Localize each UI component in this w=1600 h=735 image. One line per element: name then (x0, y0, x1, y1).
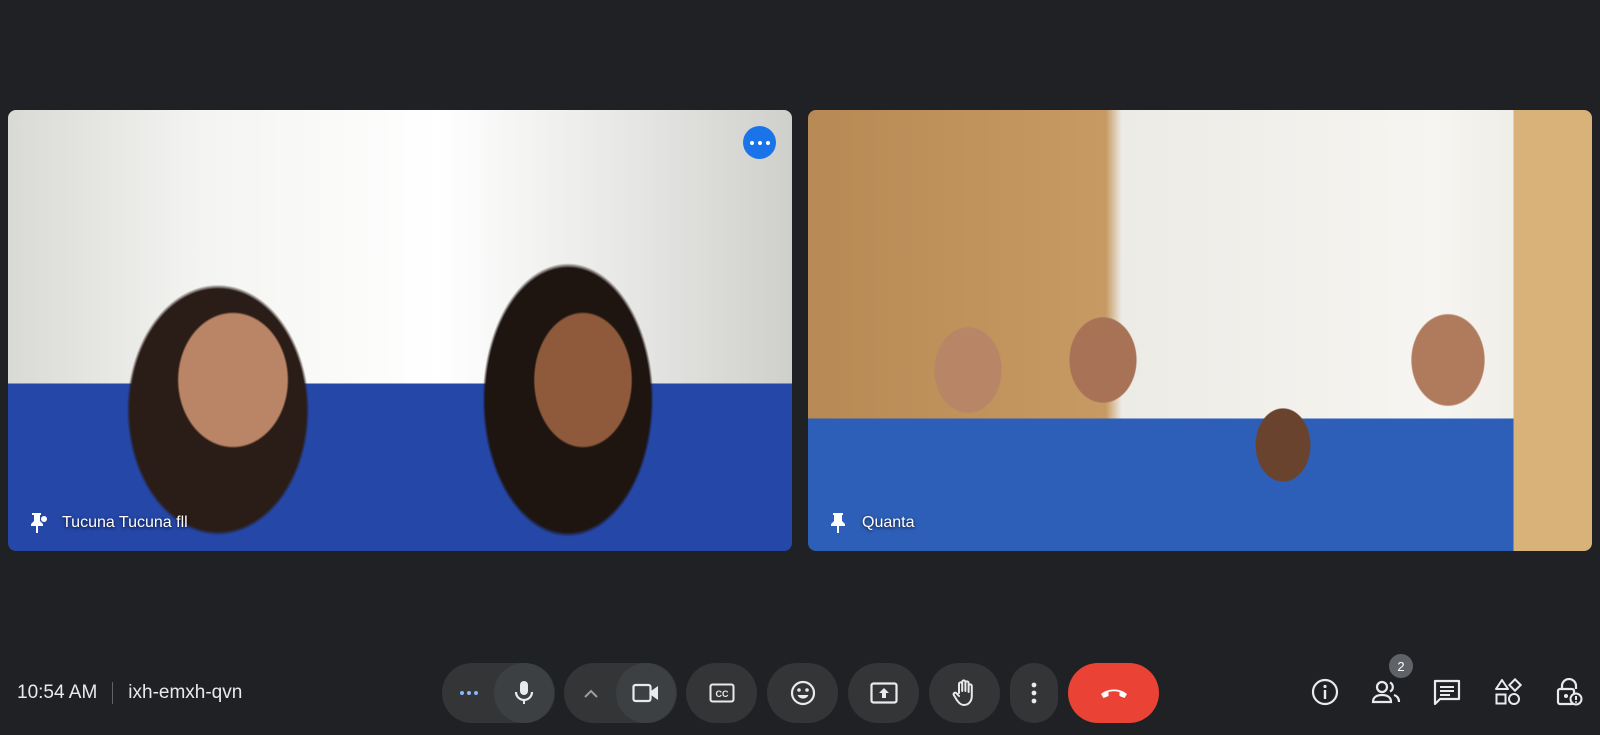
people-button[interactable] (1370, 678, 1402, 710)
more-vert-icon (1031, 682, 1037, 704)
participant-tile-quanta[interactable]: Quanta (808, 110, 1592, 551)
closed-captions-icon: CC (709, 683, 735, 703)
dot (749, 140, 754, 145)
participant-label: Tucuna Tucuna fll (28, 511, 188, 535)
chat-button[interactable] (1431, 678, 1463, 710)
raise-hand-icon (952, 679, 978, 707)
lock-person-icon (1555, 677, 1583, 711)
chevron-up-icon[interactable] (576, 678, 606, 708)
pin-icon (828, 511, 848, 535)
host-controls-button[interactable] (1553, 677, 1585, 711)
activities-icon (1494, 677, 1523, 711)
chat-icon (1433, 679, 1461, 710)
videocam-icon (632, 683, 660, 703)
tile-more-options-button[interactable] (743, 126, 776, 159)
svg-text:CC: CC (715, 689, 728, 699)
dot (765, 140, 770, 145)
camera-button[interactable] (616, 663, 676, 723)
call-end-icon (1099, 686, 1129, 700)
info-icon (1311, 678, 1339, 711)
mic-icon (514, 680, 534, 706)
raise-hand-button[interactable] (929, 663, 1000, 723)
more-horiz-icon[interactable] (454, 678, 484, 708)
meeting-info-button[interactable] (1309, 678, 1341, 710)
meeting-code: ixh-emxh-qvn (128, 682, 243, 703)
mic-button[interactable] (494, 663, 554, 723)
camera-control-group (564, 663, 677, 723)
people-icon (1371, 680, 1401, 709)
participant-name: Tucuna Tucuna fll (62, 514, 188, 531)
leave-call-button[interactable] (1068, 663, 1159, 723)
meeting-details: 10:54 AM ixh-emxh-qvn (17, 682, 242, 704)
dot (757, 140, 762, 145)
divider (112, 682, 114, 704)
captions-button[interactable]: CC (686, 663, 757, 723)
present-button[interactable] (848, 663, 919, 723)
activities-button[interactable] (1492, 677, 1524, 711)
participant-count-badge: 2 (1389, 654, 1413, 678)
participant-name: Quanta (862, 514, 915, 531)
pin-off-icon (28, 511, 48, 535)
more-options-button[interactable] (1010, 663, 1058, 723)
clock-time: 10:54 AM (17, 682, 98, 703)
emoji-icon (790, 680, 816, 706)
participant-label: Quanta (828, 511, 914, 535)
participant-tile-tucuna[interactable]: Tucuna Tucuna fll (8, 110, 792, 551)
present-screen-icon (869, 682, 898, 704)
reactions-button[interactable] (767, 663, 838, 723)
mic-control-group (442, 663, 555, 723)
